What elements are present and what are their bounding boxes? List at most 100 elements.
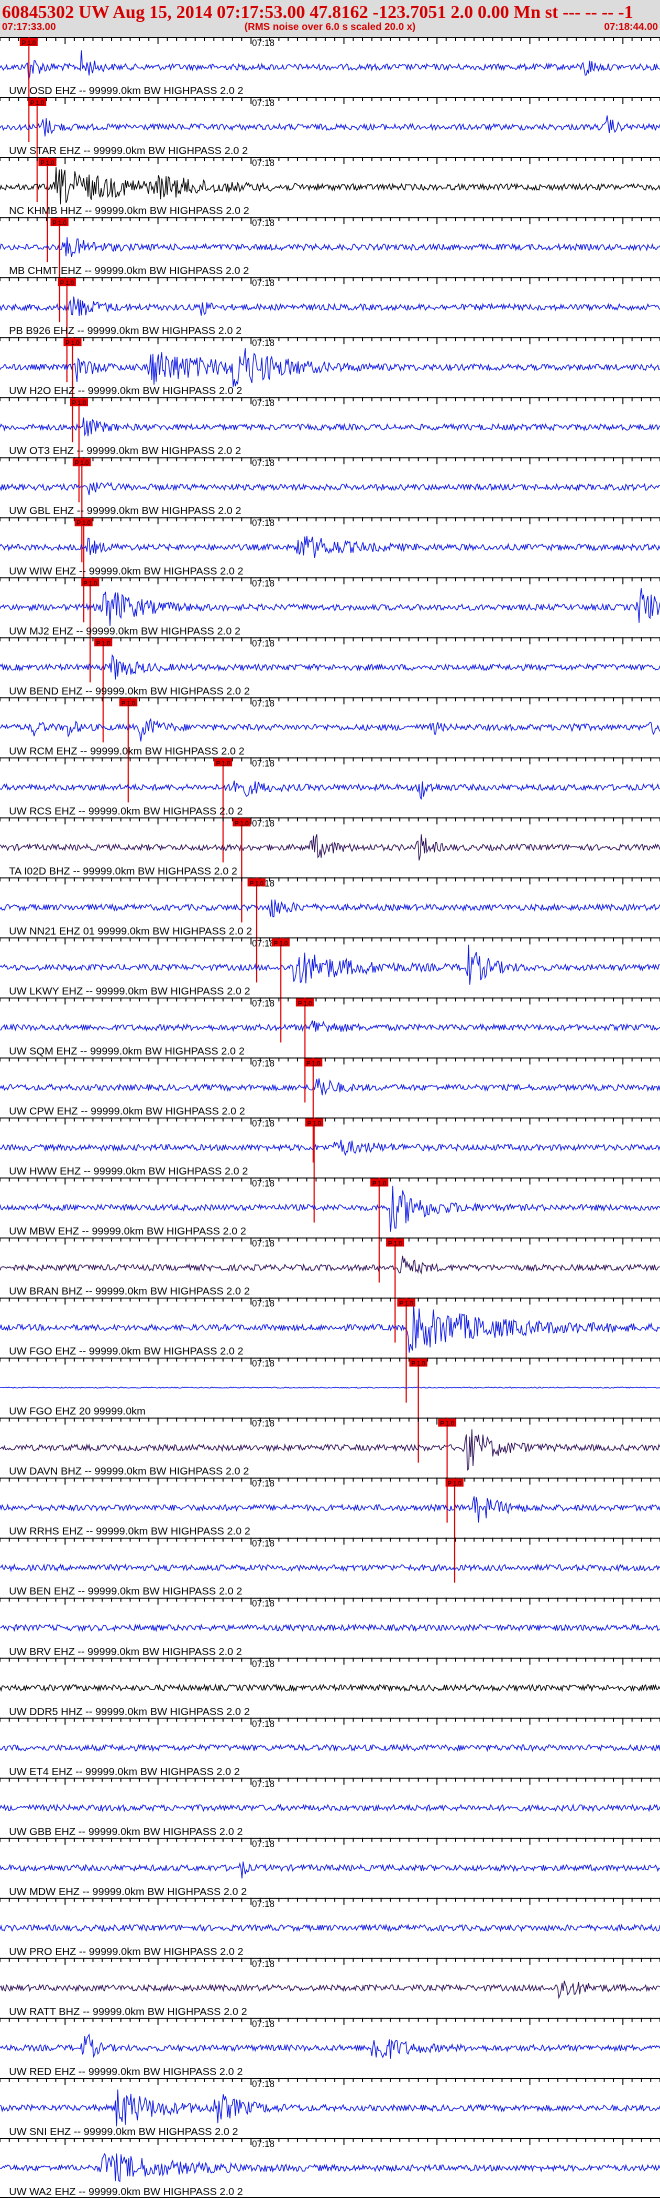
pick-label: P 1.0 [440,1422,455,1428]
waveform [0,1743,660,1753]
station-label: UW BEN EHZ -- 99999.0km BW HIGHPASS 2.0 … [9,1586,242,1598]
minute-label: 07:18 [252,1239,275,1249]
station-label: UW DAVN BHZ -- 99999.0km BW HIGHPASS 2.0… [9,1466,249,1478]
waveform [0,1923,660,1933]
minute-label: 07:18 [252,578,275,588]
waveform [0,717,660,742]
pick-label: P 1.0 [72,401,87,407]
waveform [0,1980,660,2000]
waveform [0,1683,660,1693]
waveform [0,115,660,137]
station-label: UW OSD EHZ -- 99999.0km BW HIGHPASS 2.0 … [9,85,244,97]
station-label: PB B926 EHZ -- 99999.0km BW HIGHPASS 2.0… [9,325,242,337]
trace-row: 07:18 UW MDW EHZ -- 99999.0km BW HIGHPASS… [0,1837,660,1898]
pick-label: P 1.0 [399,1302,414,1308]
pick-label: P 1.0 [66,341,81,347]
minute-label: 07:18 [252,1539,275,1549]
waveform [0,237,660,257]
waveform [0,1386,660,1389]
pick-label: P 1.0 [372,1182,387,1188]
station-label: UW LKWY EHZ -- 99999.0km BW HIGHPASS 2.0… [9,985,250,997]
waveform [0,944,660,985]
trace-row: 07:18 P 1.0 UW CPW EHZ -- 99999.0km BW HIG… [0,1057,660,1163]
waveform [0,348,660,387]
pick-label: P 1.0 [411,1362,426,1368]
station-label: UW OT3 EHZ -- 99999.0km BW HIGHPASS 2.0 … [9,445,241,457]
end-time: 07:18:44.00 [604,22,658,33]
waveform [0,2152,660,2183]
waveform [0,167,660,205]
waveform [0,2033,660,2059]
waveform [0,588,660,627]
minute-label: 07:18 [252,218,275,228]
waveform [0,834,660,861]
station-label: UW HWW EHZ -- 99999.0km BW HIGHPASS 2.0 … [9,1166,248,1178]
waveform [0,2089,660,2127]
minute-label: 07:18 [252,1899,275,1909]
minute-label: 07:18 [252,1359,275,1369]
minute-label: 07:18 [252,1058,275,1068]
minute-label: 07:18 [252,38,275,48]
pick-label: P 1.0 [388,1242,403,1248]
minute-label: 07:18 [252,818,275,828]
waveform [0,1803,660,1813]
minute-label: 07:18 [252,158,275,168]
pick-label: P 1.0 [250,881,265,887]
pick-label: P 1.0 [307,1122,322,1128]
trace-row: 07:18 UW ET4 EHZ -- 99999.0km BW HIGHPASS… [0,1717,660,1778]
pick-label: P 1.0 [306,1061,321,1067]
station-label: UW RCM EHZ -- 99999.0km BW HIGHPASS 2.0 … [9,745,245,757]
station-label: UW BRAN BHZ -- 99999.0km BW HIGHPASS 2.0… [9,1286,250,1298]
station-label: MB CHMT EHZ -- 99999.0km BW HIGHPASS 2.0… [9,265,249,277]
trace-row: 07:18 UW PRO EHZ -- 99999.0km BW HIGHPASS… [0,1897,660,1958]
minute-label: 07:18 [252,1719,275,1729]
waveform [0,1861,660,1879]
waveform [0,1429,660,1471]
waveform [0,417,660,437]
station-label: UW BRV EHZ -- 99999.0km BW HIGHPASS 2.0 … [9,1646,242,1658]
station-label: UW MBW EHZ -- 99999.0km BW HIGHPASS 2.0 … [9,1226,246,1238]
waveform [0,1078,660,1096]
station-label: UW BEND EHZ -- 99999.0km BW HIGHPASS 2.0… [9,685,250,697]
station-label: UW STAR EHZ -- 99999.0km BW HIGHPASS 2.0… [9,145,248,157]
minute-label: 07:18 [252,2139,275,2149]
trace-row: 07:18 UW SNI EHZ -- 99999.0km BW HIGHPASS… [0,2077,660,2138]
waveform [0,1139,660,1157]
minute-label: 07:18 [252,2019,275,2029]
station-label: UW FGO EHZ 20 99999.0km [9,1406,146,1418]
station-label: UW RRHS EHZ -- 99999.0km BW HIGHPASS 2.0… [9,1526,251,1538]
minute-label: 07:18 [252,458,275,468]
pick-label: P 1.0 [216,761,231,767]
waveform [0,899,660,918]
waveform [0,654,660,680]
waveform [0,1255,660,1275]
station-label: UW FGO EHZ -- 99999.0km BW HIGHPASS 2.0 … [9,1346,244,1358]
minute-label: 07:18 [252,338,275,348]
waveform [0,1563,660,1573]
minute-label: 07:18 [252,1179,275,1189]
station-label: UW SQM EHZ -- 99999.0km BW HIGHPASS 2.0 … [9,1045,245,1057]
station-label: UW WIW EHZ -- 99999.0km BW HIGHPASS 2.0 … [9,565,244,577]
trace-row: 07:18 UW GBB EHZ -- 99999.0km BW HIGHPASS… [0,1777,660,1838]
seismogram-panel: 07:18 P 1.0 UW OSD EHZ -- 99999.0km BW HIG… [0,37,660,2198]
trace-row: 07:18 UW BEN EHZ -- 99999.0km BW HIGHPASS… [0,1537,660,1598]
waveform [0,296,660,317]
pick-label: P 1.0 [75,461,90,467]
minute-label: 07:18 [252,278,275,288]
minute-label: 07:18 [252,1779,275,1789]
pick-label: P 1.0 [96,641,111,647]
waveform [0,50,660,81]
waveform [0,1020,660,1033]
pick-label: P 1.0 [448,1482,463,1488]
pick-label: P 1.0 [83,581,98,587]
minute-label: 07:18 [252,1959,275,1969]
pick-label: P 1.0 [40,161,55,167]
pick-label: P 1.0 [22,41,37,47]
trace-row: 07:18 UW RATT BHZ -- 99999.0km BW HIGHPAS… [0,1957,660,2018]
minute-label: 07:18 [252,1299,275,1309]
station-label: UW MDW EHZ -- 99999.0km BW HIGHPASS 2.0 … [9,1886,247,1898]
station-label: UW SNI EHZ -- 99999.0km BW HIGHPASS 2.0 … [9,2126,238,2138]
minute-label: 07:18 [252,518,275,528]
station-label: UW NN21 EHZ 01 99999.0km BW HIGHPASS 2.0… [9,925,252,937]
station-label: UW H2O EHZ -- 99999.0km BW HIGHPASS 2.0 … [9,385,242,397]
